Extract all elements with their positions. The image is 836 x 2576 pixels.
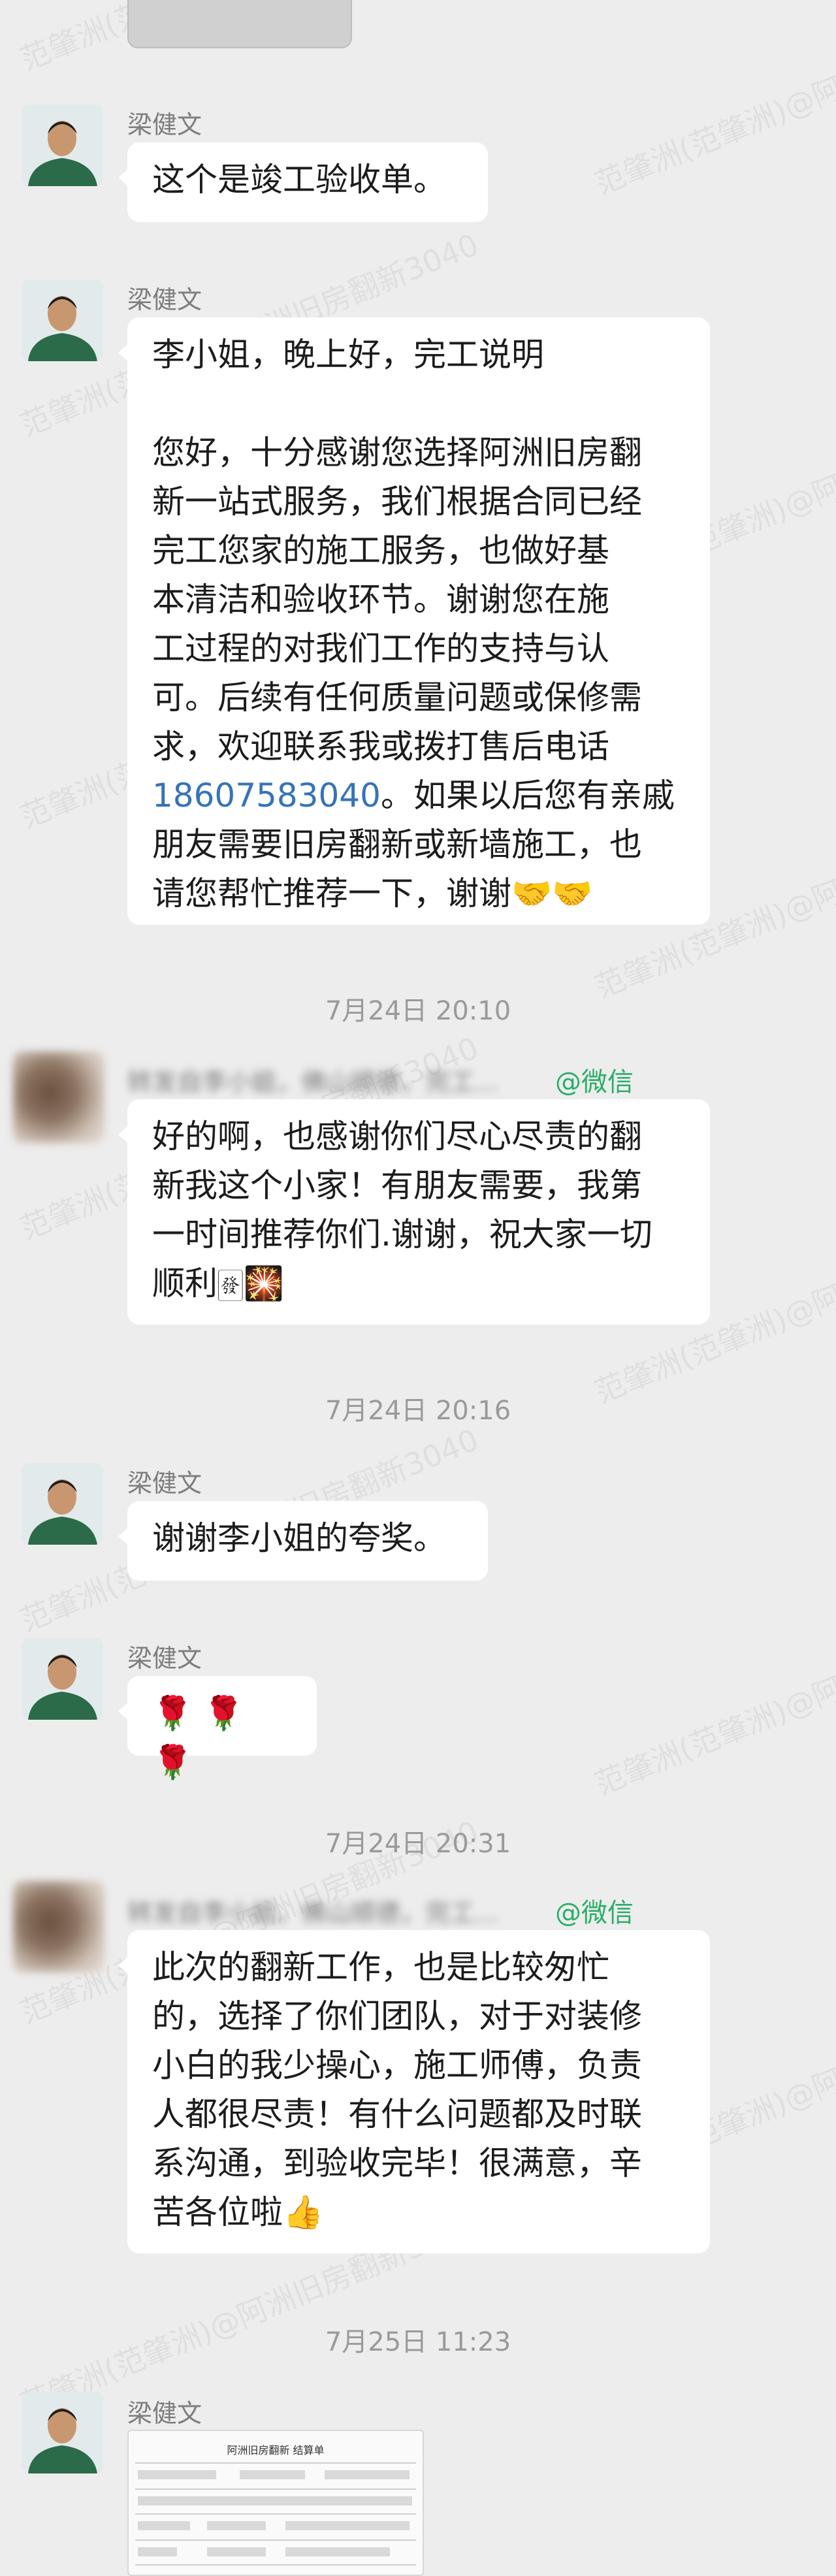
- watermark: 范肇洲(范肇洲)@阿洲旧房翻新3040: [590, 1585, 836, 1802]
- watermark: 范肇洲(范肇洲)@阿洲旧房翻新3040: [590, 0, 836, 202]
- doc-line: [135, 2488, 416, 2490]
- doc-cell: [138, 2470, 216, 2479]
- message-bubble[interactable]: 谢谢李小姐的夸奖。: [118, 1501, 488, 1581]
- bubble-tail: [118, 1125, 129, 1144]
- source-tag: @微信: [555, 1067, 634, 1097]
- sender-name: 梁健文: [127, 110, 202, 139]
- message-line: 此次的翻新工作，也是比较匆忙: [152, 1948, 609, 1986]
- doc-cell: [138, 2496, 412, 2505]
- doc-cell: [285, 2547, 390, 2556]
- doc-line: [135, 2539, 416, 2541]
- message-bubble[interactable]: 🌹 🌹 🌹: [118, 1676, 317, 1781]
- message-line: 李小姐，晚上好，完工说明: [152, 336, 544, 374]
- avatar[interactable]: [22, 1638, 103, 1720]
- message-line: 您好，十分感谢您选择阿洲旧房翻: [152, 434, 642, 472]
- doc-line: [135, 2513, 416, 2515]
- message-line: 求，欢迎联系我或拨打售后电话: [152, 728, 609, 765]
- avatar[interactable]: [22, 280, 103, 361]
- doc-cell: [285, 2521, 410, 2530]
- message-line: 完工您家的施工服务，也做好基: [152, 532, 609, 570]
- sender-name: 梁健文: [127, 285, 202, 314]
- message-line-blank: [152, 379, 685, 428]
- avatar[interactable]: [22, 105, 103, 186]
- message-line: 系沟通，到验收完毕！很满意，辛: [152, 2144, 642, 2182]
- avatar[interactable]: [22, 1463, 103, 1545]
- sender-name: 梁健文: [127, 1469, 202, 1498]
- message-bubble[interactable]: 好的啊，也感谢你们尽心尽责的翻 新我这个小家！有朋友需要，我第 一时间推荐你们.…: [118, 1099, 710, 1325]
- message-line: 新我这个小家！有朋友需要，我第: [152, 1167, 642, 1204]
- bubble-tail: [118, 344, 129, 362]
- message-text: 。如果以后您有亲戚: [380, 777, 675, 814]
- phone-link[interactable]: 18607583040: [152, 777, 381, 814]
- message-line: 18607583040。如果以后您有亲戚: [152, 771, 685, 820]
- doc-cell: [325, 2470, 410, 2479]
- doc-line: [135, 2462, 416, 2464]
- message-line: 工过程的对我们工作的支持与认: [152, 630, 609, 668]
- message-line: 朋友需要旧房翻新或新墙施工，也: [152, 826, 642, 863]
- message-line: 请您帮忙推荐一下，谢谢🤝🤝: [152, 875, 593, 912]
- avatar[interactable]: [22, 2392, 103, 2473]
- message-text: 谢谢李小姐的夸奖。: [152, 1519, 446, 1557]
- message-line: 新一站式服务，我们根据合同已经: [152, 483, 642, 521]
- sender-name: 梁健文: [127, 2399, 202, 2428]
- document-image-message[interactable]: 阿洲旧房翻新 结算单: [127, 2430, 424, 2576]
- timestamp: 7月24日 20:31: [325, 1829, 511, 1859]
- timestamp: 7月25日 11:23: [325, 2327, 511, 2357]
- avatar-blurred[interactable]: [13, 1881, 104, 1972]
- message-line: 的，选择了你们团队，对于对装修: [152, 1997, 642, 2035]
- message-line: 本清洁和验收环节。谢谢您在施: [152, 581, 609, 619]
- document-title: 阿洲旧房翻新 结算单: [227, 2444, 325, 2456]
- bubble-tail: [118, 169, 129, 187]
- message-line: 可。后续有任何质量问题或保修需: [152, 679, 642, 716]
- doc-cell: [138, 2547, 177, 2556]
- message-line: 人都很尽责！有什么问题都及时联: [152, 2095, 642, 2133]
- timestamp: 7月24日 20:16: [325, 1396, 511, 1426]
- doc-cell: [207, 2521, 266, 2530]
- timestamp: 7月24日 20:10: [325, 996, 511, 1026]
- image-message-partial[interactable]: [127, 0, 352, 48]
- message-bubble[interactable]: 这个是竣工验收单。: [118, 142, 488, 222]
- sender-name-blurred: 转发自李小姐，佛山顺德，完工...: [127, 1068, 499, 1097]
- source-tag: @微信: [555, 1898, 634, 1928]
- message-line: 顺利🀅🎇: [152, 1264, 285, 1302]
- bubble-tail: [118, 1702, 129, 1720]
- message-line: 小白的我少操心，施工师傅，负责: [152, 2046, 642, 2084]
- message-text: 这个是竣工验收单。: [152, 161, 446, 199]
- doc-cell: [240, 2470, 305, 2479]
- sender-name: 梁健文: [127, 1644, 202, 1673]
- rose-emojis: 🌹 🌹 🌹: [152, 1694, 244, 1781]
- message-bubble[interactable]: 李小姐，晚上好，完工说明 您好，十分感谢您选择阿洲旧房翻 新一站式服务，我们根据…: [118, 317, 710, 925]
- bubble-tail: [118, 1527, 129, 1545]
- doc-cell: [207, 2547, 266, 2556]
- doc-line: [135, 2564, 416, 2566]
- message-line: 好的啊，也感谢你们尽心尽责的翻: [152, 1118, 642, 1155]
- sender-name-blurred: 转发自李小姐，佛山顺德，完工...: [127, 1899, 499, 1927]
- doc-cell: [138, 2521, 190, 2530]
- bubble-tail: [118, 1956, 129, 1974]
- avatar-blurred[interactable]: [13, 1052, 104, 1143]
- message-bubble[interactable]: 此次的翻新工作，也是比较匆忙 的，选择了你们团队，对于对装修 小白的我少操心，施…: [118, 1930, 710, 2253]
- message-line: 苦各位啦👍: [152, 2193, 324, 2231]
- message-line: 一时间推荐你们.谢谢，祝大家一切: [152, 1216, 652, 1253]
